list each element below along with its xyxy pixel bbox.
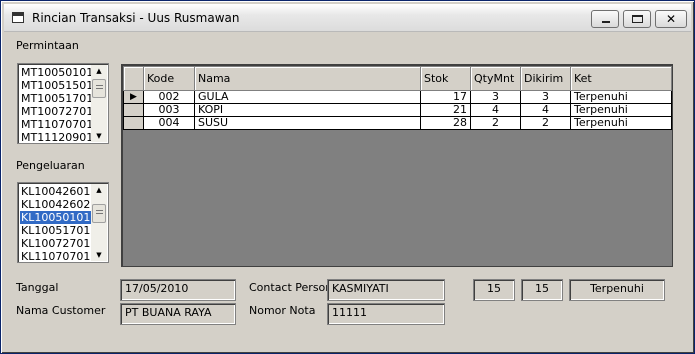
cell-qtymnt[interactable]: 3 (470, 90, 521, 104)
nomor-nota-label: Nomor Nota (249, 304, 316, 317)
tanggal-label: Tanggal (16, 281, 59, 294)
title-bar[interactable]: Rincian Transaksi - Uus Rusmawan ✕ (4, 4, 691, 32)
nama-customer-label: Nama Customer (16, 304, 106, 317)
list-item[interactable]: MT10051701 (21, 92, 93, 105)
close-icon: ✕ (665, 12, 677, 26)
contact-person-label: Contact Person (249, 281, 333, 294)
column-header-kode[interactable]: Kode (143, 66, 195, 91)
column-header-stok[interactable]: Stok (420, 66, 471, 91)
cell-stok[interactable]: 28 (420, 116, 471, 130)
permintaan-label: Permintaan (16, 39, 79, 52)
window-title: Rincian Transaksi - Uus Rusmawan (32, 11, 240, 25)
app-window: Rincian Transaksi - Uus Rusmawan ✕ Permi… (0, 0, 695, 354)
pengeluaran-label: Pengeluaran (16, 159, 85, 172)
table-row[interactable]: 004 SUSU 28 2 2 Terpenuhi (123, 116, 672, 130)
current-row-icon[interactable]: ▶ (123, 90, 144, 104)
nama-customer-field: PT BUANA RAYA (120, 303, 236, 325)
qty-field: 15 (473, 279, 515, 301)
cell-nama[interactable]: SUSU (194, 116, 421, 130)
close-button[interactable]: ✕ (655, 10, 687, 28)
table-row[interactable]: ▶ 002 GULA 17 3 3 Terpenuhi (123, 90, 672, 104)
list-item[interactable]: KL10051701 (21, 224, 90, 237)
minimize-icon (602, 21, 610, 23)
cell-nama[interactable]: GULA (194, 90, 421, 104)
tanggal-field: 17/05/2010 (120, 279, 236, 301)
scroll-up-icon[interactable]: ▲ (91, 184, 107, 196)
cell-qtymnt[interactable]: 4 (470, 103, 521, 117)
list-item[interactable]: KL11070701 (21, 250, 90, 262)
table-row[interactable]: 003 KOPI 21 4 4 Terpenuhi (123, 103, 672, 117)
list-item-selected[interactable]: KL10050101 (20, 211, 92, 224)
column-header-nama[interactable]: Nama (194, 66, 421, 91)
list-item[interactable]: MT11070701 (21, 118, 93, 131)
cell-kode[interactable]: 002 (143, 90, 195, 104)
list-item[interactable]: KL10042602 (21, 198, 90, 211)
scroll-thumb[interactable] (92, 204, 106, 223)
scroll-thumb[interactable] (92, 79, 106, 98)
cell-dikirim[interactable]: 4 (520, 103, 571, 117)
column-header-qtymnt[interactable]: QtyMnt (470, 66, 521, 91)
cell-qtymnt[interactable]: 2 (470, 116, 521, 130)
nomor-nota-field: 11111 (327, 303, 445, 325)
column-header-dikirim[interactable]: Dikirim (520, 66, 571, 91)
list-item[interactable]: KL10072701 (21, 237, 90, 250)
transaction-grid[interactable]: Kode Nama Stok QtyMnt Dikirim Ket ▶ 002 … (121, 64, 673, 267)
cell-ket[interactable]: Terpenuhi (570, 116, 672, 130)
dikirim-field: 15 (521, 279, 563, 301)
minimize-button[interactable] (591, 10, 619, 28)
cell-stok[interactable]: 21 (420, 103, 471, 117)
row-selector[interactable] (123, 116, 144, 130)
permintaan-scrollbar[interactable]: ▲ ▼ (91, 65, 107, 142)
maximize-icon (632, 15, 643, 23)
grid-table: Kode Nama Stok QtyMnt Dikirim Ket ▶ 002 … (123, 66, 672, 130)
pengeluaran-listbox[interactable]: KL10042601 KL10042602 KL10050101 KL10051… (17, 182, 109, 263)
list-item[interactable]: MT10072701 (21, 105, 93, 118)
ket-field: Terpenuhi (569, 279, 665, 301)
list-item[interactable]: MT10050101 (21, 66, 93, 79)
cell-ket[interactable]: Terpenuhi (570, 103, 672, 117)
pengeluaran-scrollbar[interactable]: ▲ ▼ (91, 184, 107, 261)
list-item[interactable]: KL10042601 (21, 185, 90, 198)
maximize-button[interactable] (623, 10, 651, 28)
cell-dikirim[interactable]: 2 (520, 116, 571, 130)
permintaan-listbox[interactable]: MT10050101 MT10051501 MT10051701 MT10072… (17, 63, 109, 144)
cell-kode[interactable]: 003 (143, 103, 195, 117)
row-selector-header[interactable] (123, 66, 144, 91)
scroll-down-icon[interactable]: ▼ (91, 249, 107, 261)
cell-stok[interactable]: 17 (420, 90, 471, 104)
cell-kode[interactable]: 004 (143, 116, 195, 130)
cell-nama[interactable]: KOPI (194, 103, 421, 117)
row-selector[interactable] (123, 103, 144, 117)
window-icon (12, 12, 24, 23)
scroll-up-icon[interactable]: ▲ (91, 65, 107, 77)
scroll-down-icon[interactable]: ▼ (91, 130, 107, 142)
cell-dikirim[interactable]: 3 (520, 90, 571, 104)
grid-header-row: Kode Nama Stok QtyMnt Dikirim Ket (123, 66, 672, 91)
contact-person-field: KASMIYATI (327, 279, 445, 301)
cell-ket[interactable]: Terpenuhi (570, 90, 672, 104)
list-item[interactable]: MT11120901 (21, 131, 93, 143)
list-item[interactable]: MT10051501 (21, 79, 93, 92)
column-header-ket[interactable]: Ket (570, 66, 672, 91)
